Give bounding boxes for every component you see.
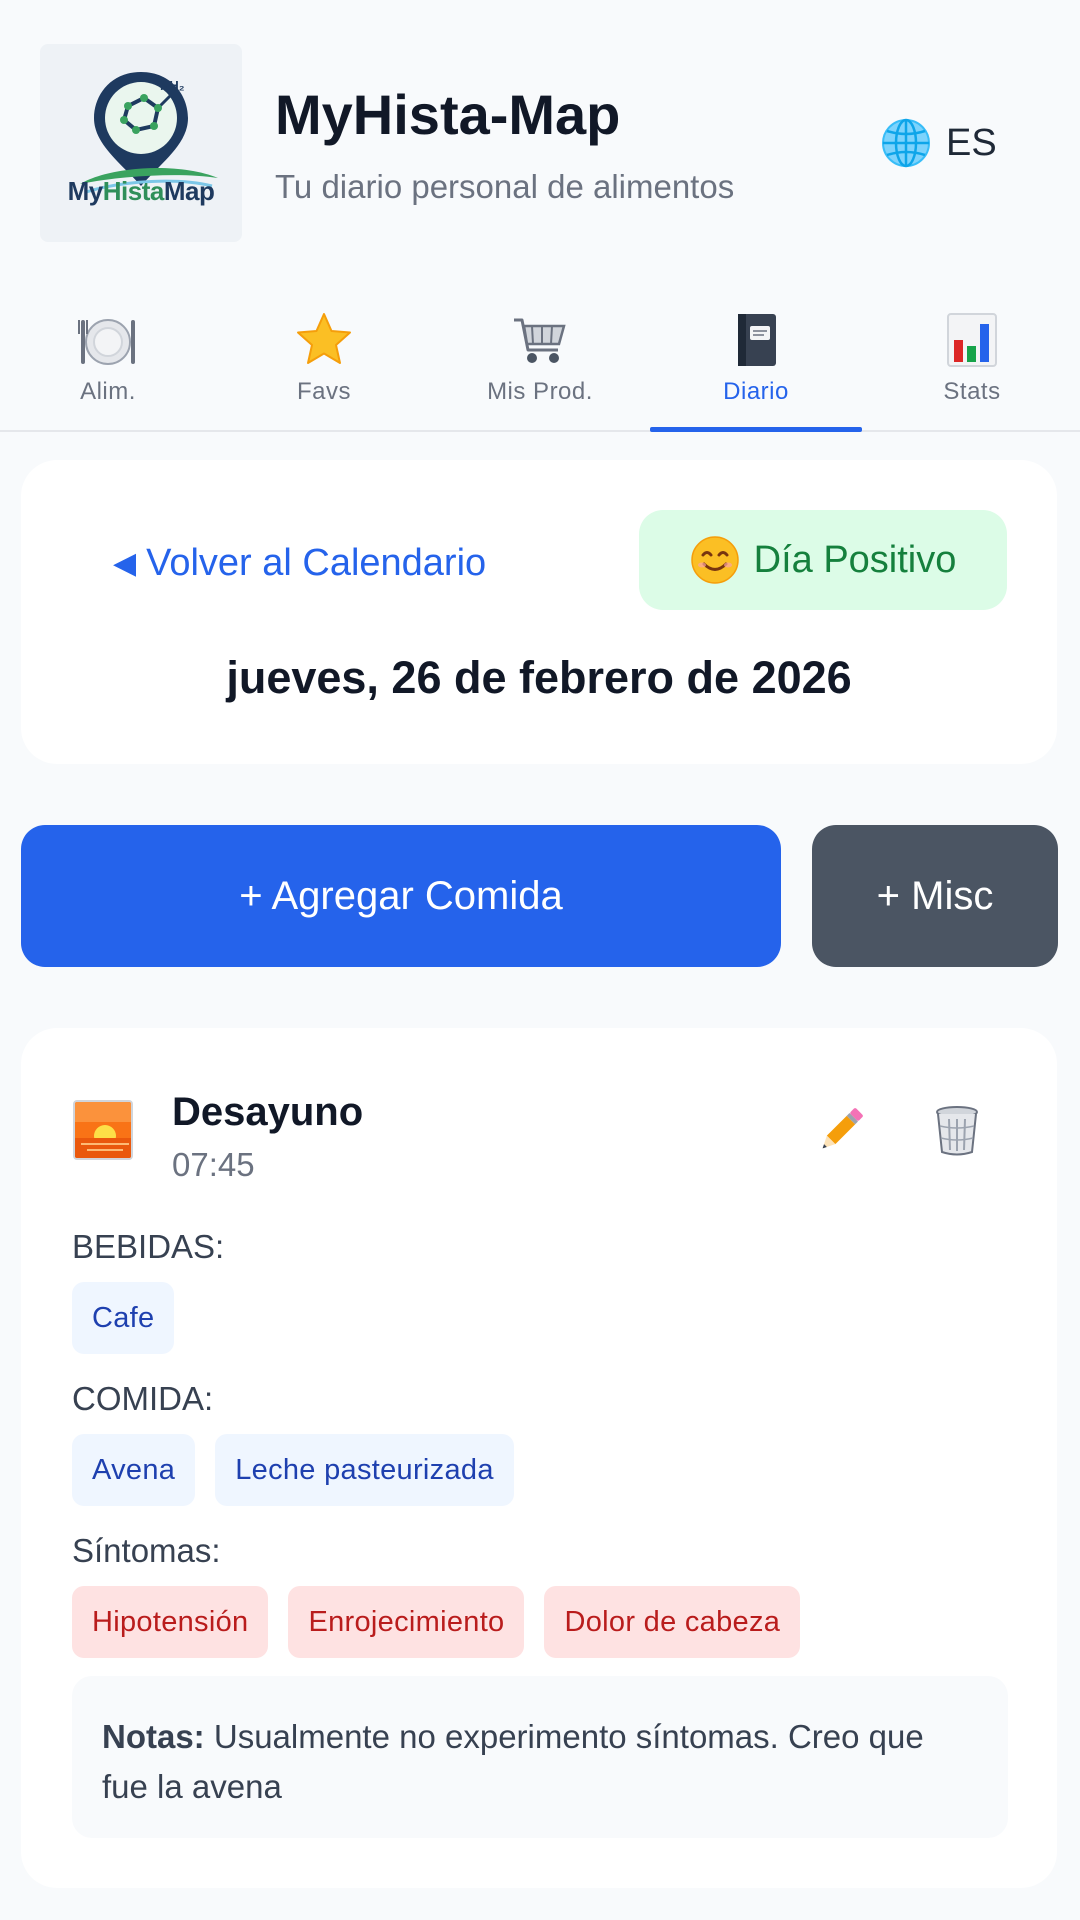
add-meal-button[interactable]: + Agregar Comida xyxy=(21,825,781,967)
notes-text: Usualmente no experimento síntomas. Creo… xyxy=(102,1718,924,1805)
tab-mis-productos[interactable]: Mis Prod. xyxy=(432,300,648,430)
tab-label-diario: Diario xyxy=(723,378,789,405)
delete-meal-button[interactable] xyxy=(925,1098,989,1162)
logo-word-map: Map xyxy=(163,176,215,206)
symptom-chip: Dolor de cabeza xyxy=(544,1586,801,1658)
edit-meal-button[interactable] xyxy=(809,1098,873,1162)
add-misc-button[interactable]: + Misc xyxy=(812,825,1058,967)
globe-icon xyxy=(882,118,930,168)
drinks-label: BEBIDAS: xyxy=(72,1228,225,1265)
language-label: ES xyxy=(946,121,997,164)
drink-chip: Cafe xyxy=(72,1282,175,1354)
day-mood-badge[interactable]: Día Positivo xyxy=(639,510,1007,610)
symptoms-list: Hipotensión Enrojecimiento Dolor de cabe… xyxy=(72,1586,801,1658)
app-subtitle: Tu diario personal de alimentos xyxy=(275,168,735,205)
food-label: COMIDA: xyxy=(72,1380,214,1417)
trash-icon xyxy=(936,1106,978,1156)
logo-word-my: My xyxy=(67,176,104,206)
app-title: MyHista-Map xyxy=(275,83,621,146)
sunrise-icon xyxy=(73,1100,133,1160)
tab-label-mis-productos: Mis Prod. xyxy=(487,378,593,405)
tab-label-favs: Favs xyxy=(296,378,351,405)
logo-wordmark: MyHistaMap xyxy=(40,176,242,207)
back-arrow-icon: ◀ xyxy=(113,546,137,580)
drinks-list: Cafe xyxy=(72,1282,175,1354)
tab-favs[interactable]: Favs xyxy=(216,300,432,430)
back-to-calendar-link[interactable]: ◀ Volver al Calendario xyxy=(113,538,486,588)
back-to-calendar-label: Volver al Calendario xyxy=(146,541,487,584)
app-header: NH₂ MyHistaMap MyHista-Map Tu diario per… xyxy=(0,0,1080,255)
food-chip: Avena xyxy=(72,1434,196,1506)
food-list: Avena Leche pasteurizada xyxy=(72,1434,514,1506)
smiling-face-icon xyxy=(690,536,739,584)
main-tabs: Alim. Favs Mis Prod. Diario Stats xyxy=(0,300,1080,432)
language-selector[interactable]: ES xyxy=(880,115,997,171)
logo-word-hista: Hista xyxy=(102,176,165,206)
meal-time: 07:45 xyxy=(172,1146,255,1183)
tab-alimentos[interactable]: Alim. xyxy=(0,300,216,430)
logo-pin-icon: NH₂ xyxy=(80,72,218,194)
diary-date: jueves, 26 de febrero de 2026 xyxy=(226,652,852,703)
app-logo: NH₂ MyHistaMap xyxy=(40,44,242,242)
meal-notes: Notas: Usualmente no experimento síntoma… xyxy=(72,1676,1008,1838)
cart-icon xyxy=(514,318,566,363)
bar-chart-icon xyxy=(947,313,997,367)
tab-stats[interactable]: Stats xyxy=(864,300,1080,430)
symptom-chip: Enrojecimiento xyxy=(288,1586,525,1658)
tab-diario[interactable]: Diario xyxy=(648,300,864,432)
star-icon xyxy=(297,313,351,364)
tab-label-alimentos: Alim. xyxy=(80,378,136,405)
notes-label: Notas: xyxy=(102,1718,205,1755)
food-chip: Leche pasteurizada xyxy=(215,1434,514,1506)
logo-formula: NH₂ xyxy=(160,78,185,93)
notebook-icon xyxy=(738,314,776,366)
pencil-icon xyxy=(822,1108,863,1149)
symptoms-label: Síntomas: xyxy=(72,1532,221,1569)
day-header-card: ◀ Volver al Calendario Día Positivo juev… xyxy=(21,460,1057,764)
day-mood-label: Día Positivo xyxy=(753,538,957,581)
meal-entry-card: Desayuno 07:45 BEBIDAS: Cafe COMIDA: Ave… xyxy=(21,1028,1057,1888)
plate-icon xyxy=(78,319,135,365)
tab-label-stats: Stats xyxy=(943,378,1001,405)
symptom-chip: Hipotensión xyxy=(72,1586,269,1658)
meal-name: Desayuno xyxy=(172,1090,364,1134)
